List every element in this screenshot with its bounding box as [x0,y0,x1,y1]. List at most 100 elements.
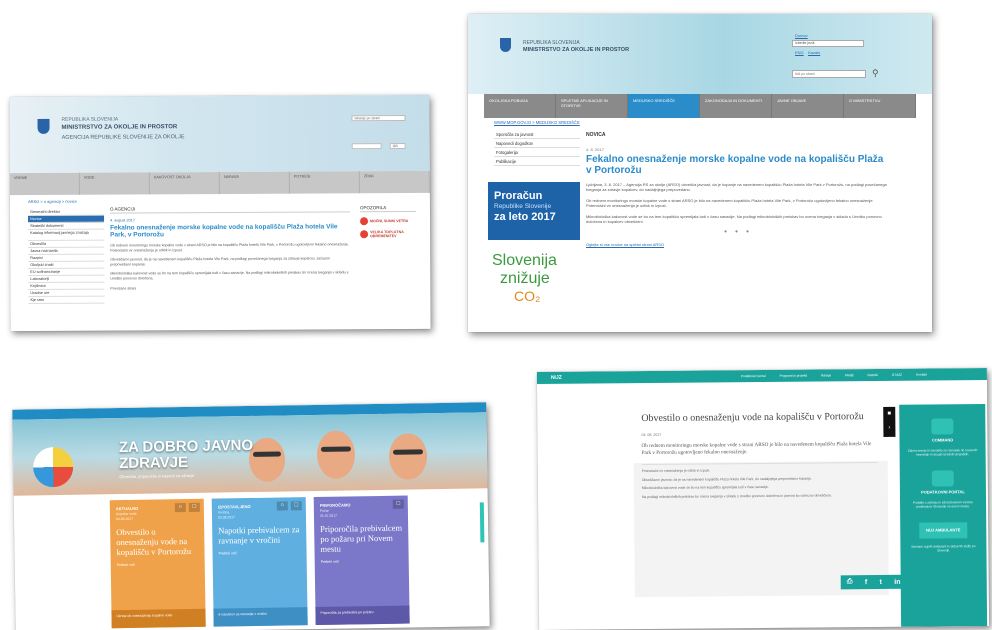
language-select[interactable]: Izberite jezik [792,40,864,47]
article-headline: Obvestilo o onesnaženju vode na kopališč… [641,411,864,425]
print-icon[interactable]: ⎙ [847,578,853,586]
top-nav: Podatkovni portal Programi in projekti N… [741,372,941,379]
top-nav-item[interactable]: Naloge [821,373,831,377]
nav-item-active[interactable]: MEDIJSKO SREDIŠČE [628,94,700,118]
left-nav-item[interactable]: Kje smo [28,296,105,305]
top-nav-item[interactable]: Mediji [845,373,853,377]
related-pages-label[interactable]: Povezane strani [110,285,350,291]
side-tab[interactable] [479,502,485,543]
article: O AGENCIJI 4. avgust 2017 Fekalno onesna… [109,205,350,291]
top-nav-item[interactable]: Razpisi [867,373,877,377]
article-lead: Ob rednem monitoringu morske kopalne vod… [641,440,878,466]
top-nav-item[interactable]: Podatkovni portal [741,374,766,378]
news-card[interactable]: ○ □ IZPOSTAVLJENO Vročina 03.08.2017 Nap… [211,497,308,627]
left-nav-item[interactable]: Katalog informacij javnega značaja [28,229,105,242]
coat-of-arms-icon [37,118,50,134]
coat-of-arms-icon [500,38,511,52]
left-nav-item[interactable]: Publikacije [494,157,580,166]
article-paragraph: Mikrobiološka kakovost vode se bo na tem… [641,484,769,491]
article-headline: Fekalno onesnaženje morske kopalne vode … [586,154,884,176]
budget-banner[interactable]: Proračun Republike Slovenije za leto 201… [488,182,580,240]
share-bar: ⎙ f t in [840,574,907,590]
nav-item[interactable]: VREME [9,172,80,196]
top-nav-item[interactable]: O NIJZ [892,373,902,377]
right-sidebar: COMMAND Zbirna mesta in navodila za ravn… [899,404,988,627]
screenshot-health-portal: ZA DOBRO JAVNO ZDRAVJE Obvestila, pripor… [12,402,490,630]
nav-item[interactable]: ZAKONODAJA IN DOKUMENTI [700,94,772,118]
warning-icon [360,217,369,226]
magnifier-icon[interactable]: ⚲ [872,68,879,79]
sidebar-widget[interactable]: PODATKOVNI PORTAL Podatki o zdravju in z… [900,470,986,509]
article-date: 04. 08. 2017 [641,432,662,438]
home-link[interactable]: Domov [795,33,808,38]
search-input-secondary[interactable] [351,143,382,150]
site-header: REPUBLIKA SLOVENIJA MINISTRSTVO ZA OKOLJ… [9,94,430,174]
article-headline: Fekalno onesnaženje morske kopalne vode … [110,223,338,239]
site-logo[interactable]: NIJZ [551,374,601,381]
site-header: REPUBLIKA SLOVENIJA MINISTRSTVO ZA OKOLJ… [468,14,932,94]
article-paragraph: Potencialni vir onesnaženja je odtok in … [641,468,711,474]
search-button[interactable]: Išči [389,143,406,150]
header-republic: REPUBLIKA SLOVENIJA [61,116,119,123]
screenshot-arso: REPUBLIKA SLOVENIJA MINISTRSTVO ZA OKOLJ… [9,94,431,332]
warning-item[interactable]: MOČNI, SUNKI VETRA [360,217,416,226]
sitemap-link[interactable]: Kazalo [808,50,820,55]
facebook-icon[interactable]: f [865,579,867,586]
sunglasses-icon [252,451,282,457]
left-nav-item[interactable]: Fotogalerija [494,148,580,157]
nav-item[interactable]: O MINISTRSTVU [844,94,916,118]
nav-item[interactable]: KAKOVOST OKOLJA [149,172,220,195]
article-date: 4. avgust 2017 [110,218,135,223]
breadcrumb[interactable]: ARSO > o agenciji > novice [28,199,77,204]
news-card[interactable]: ○ □ AKTUALNO Kopalne vode 04.08.2017 Obv… [109,498,206,629]
linkedin-icon[interactable]: in [894,578,900,585]
twitter-icon[interactable]: t [880,578,882,585]
left-nav-item[interactable]: Sporočila za javnost [494,130,580,139]
nav-item[interactable]: ZRAK [359,170,430,194]
hero-title: ZA DOBRO JAVNO ZDRAVJE [118,436,254,473]
article-paragraph: Ljubljana, 3. 8. 2017 – Agencija RS za o… [586,182,887,192]
widget-icon [931,470,954,487]
top-nav-item[interactable]: Programi in projekti [780,374,808,378]
person-image [388,433,428,480]
header-republic: REPUBLIKA SLOVENIJA [523,40,580,46]
main-nav: VREME VODE KAKOVOST OKOLJA NARAVA POTRES… [9,170,430,196]
top-nav-item[interactable]: Kontakt [916,373,927,377]
top-bar: NIJZ Podatkovni portal Programi in proje… [536,368,987,384]
sunglasses-icon [320,446,351,452]
more-news-link[interactable]: Oglejte si vse novice na spletni strani … [586,242,890,247]
sidebar-widget[interactable]: NUJ AMBULANTE Seznam nujnih ambulant in … [900,522,986,553]
search-input[interactable]: Išči po strani [792,70,866,78]
nav-item[interactable]: SPLETNE APLIKACIJE IN STORITVE [556,94,628,118]
co2-banner[interactable]: Slovenija znižuje CO₂ [488,246,580,322]
search-input[interactable]: Iskanje po strani [351,115,406,122]
widget-icon [931,418,954,435]
news-cards: ○ □ AKTUALNO Kopalne vode 04.08.2017 Obv… [109,495,410,629]
article-date: 4. 8. 2017 [586,147,604,152]
nav-item[interactable]: POTRESI [289,171,360,194]
header-agency[interactable]: AGENCIJA REPUBLIKE SLOVENIJE ZA OKOLJE [62,134,185,141]
card-footer-link[interactable]: Priporočila za prebivalce po požaru [315,605,410,625]
left-nav-item[interactable]: Napovedi dogodkov [494,139,580,148]
english-link[interactable]: ENG [795,50,804,55]
nav-item[interactable]: OKOLJSKA POBUDA [484,94,556,118]
beach-ball-icon [32,446,74,488]
sidebar-widget[interactable]: COMMAND Zbirna mesta in navodila za ravn… [899,418,985,457]
card-footer-link[interactable]: 6 nasvetov za ravnanje v vročini [213,607,308,627]
breadcrumb[interactable]: WWW.MOP.GOV.SI > MEDIJSKO SREDIŠČE [494,120,580,125]
article-paragraph: Ob rednem monitoringu morske kopalne vod… [110,242,349,253]
nav-item[interactable]: NARAVA [219,171,290,195]
hero-subtitle: Obvestila, priporočila in nasveti za zdr… [119,472,195,480]
header-ministry[interactable]: MINISTRSTVO ZA OKOLJE IN PROSTOR [62,124,178,131]
header-ministry[interactable]: MINISTRSTVO ZA OKOLJE IN PROSTOR [523,47,629,53]
sidebar-toggle-icon[interactable]: ■ › [883,406,896,437]
warning-item[interactable]: VELIKA TOPLOTNA OBREMENITEV [360,230,416,239]
article-paragraph: Mikrobiološka kakovost vode se bo na tem… [110,270,349,281]
nav-item[interactable]: JAVNE OBJAVE [772,94,844,118]
warnings-panel: OPOZORILA MOČNI, SUNKI VETRA VELIKA TOPL… [359,204,416,239]
ambulance-button[interactable]: NUJ AMBULANTE [919,522,968,539]
card-footer-link[interactable]: Ukrepi ob onesnaženju kopalne vode [111,608,206,629]
news-card[interactable]: □ PRIPOROČAMO Požar 31.07.2017 Priporoči… [313,495,410,625]
nav-item[interactable]: VODE [79,172,150,195]
separator-dots: • • • [724,227,752,236]
